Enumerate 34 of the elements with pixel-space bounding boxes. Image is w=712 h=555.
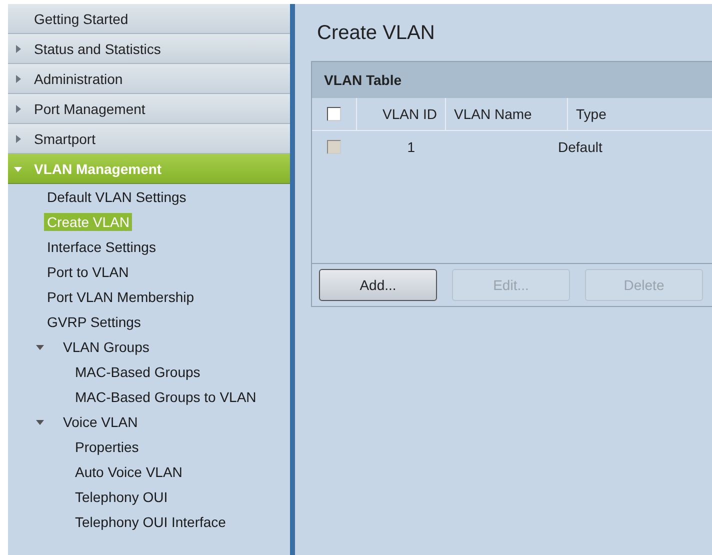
sidebar-item[interactable]: Properties	[72, 438, 142, 456]
sidebar-item[interactable]: MAC-Based Groups	[72, 362, 204, 380]
sidebar-item[interactable]: Default VLAN Settings	[44, 188, 190, 206]
column-header: VLAN Name	[446, 98, 568, 130]
sidebar-item[interactable]: MAC-Based Groups to VLAN	[72, 388, 260, 406]
sidebar-item[interactable]: Voice VLAN	[60, 412, 141, 430]
sidebar-item[interactable]: GVRP Settings	[44, 312, 144, 330]
page-title: Create VLAN	[317, 22, 436, 45]
caret-right-icon	[14, 104, 22, 112]
caret-down-icon[interactable]	[36, 343, 44, 351]
caret-down-icon[interactable]	[36, 418, 44, 426]
sidebar-item[interactable]: Status and Statistics	[8, 34, 290, 64]
caret-right-icon	[14, 44, 22, 52]
table-cell-text: 1	[406, 139, 416, 155]
column-header: Type	[575, 105, 608, 124]
sidebar-item[interactable]: Port VLAN Membership	[44, 288, 198, 306]
caret-down-icon	[14, 164, 22, 172]
sidebar-item[interactable]: Telephony OUI	[72, 488, 171, 506]
sidebar-item[interactable]: Port to VLAN	[44, 262, 132, 280]
checkbox[interactable]	[327, 107, 341, 121]
column-header: VLAN ID	[357, 98, 446, 130]
table-cell: Default	[558, 139, 602, 155]
sidebar-item[interactable]: Administration	[8, 64, 290, 94]
sidebar-item[interactable]: Interface Settings	[44, 238, 159, 256]
sidebar-item[interactable]: Smartport	[8, 124, 290, 154]
sidebar-item[interactable]: Auto Voice VLAN	[72, 462, 186, 480]
table-title: VLAN Table	[324, 72, 402, 88]
sidebar-item[interactable]: Getting Started	[8, 4, 290, 34]
sidebar-item[interactable]: Telephony OUI Interface	[72, 512, 229, 530]
action-button[interactable]: Add...	[319, 269, 437, 301]
sidebar-item[interactable]: Port Management	[8, 94, 290, 124]
caret-right-icon	[14, 134, 22, 142]
caret-right-icon	[14, 74, 22, 82]
sidebar-item[interactable]: VLAN Groups	[60, 338, 152, 356]
